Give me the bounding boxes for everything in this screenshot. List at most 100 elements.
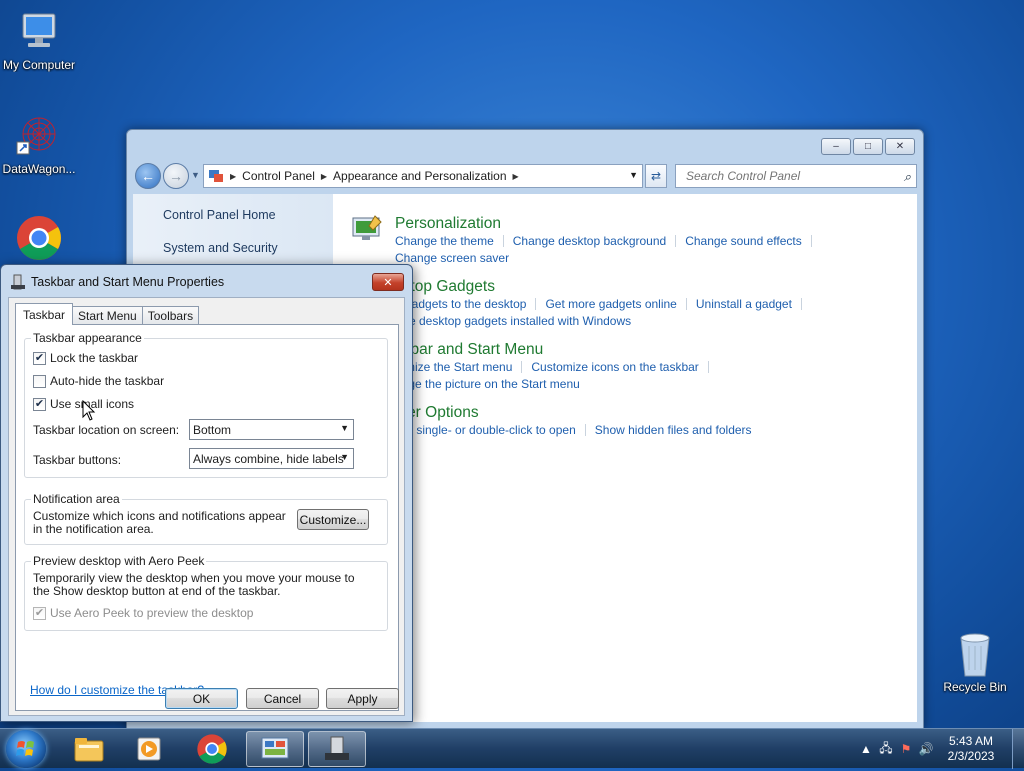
taskbar-properties-dialog: Taskbar and Start Menu Properties ✕ Task… bbox=[0, 264, 413, 722]
link-divider bbox=[800, 298, 802, 310]
taskbar-properties-icon bbox=[325, 736, 349, 760]
desktop-icon-recycle-bin[interactable]: Recycle Bin bbox=[933, 630, 1017, 694]
category-links: d gadgets to the desktop Get more gadgets… bbox=[395, 296, 811, 330]
back-button[interactable]: ← bbox=[135, 163, 161, 189]
link-change-background[interactable]: Change desktop background bbox=[513, 234, 666, 248]
minimize-icon: – bbox=[833, 141, 839, 152]
show-hidden-icons-icon[interactable]: ▲ bbox=[856, 742, 876, 756]
close-button[interactable]: ✕ bbox=[885, 138, 915, 155]
checkbox-box: ✔ bbox=[33, 606, 46, 620]
group-title: Taskbar appearance bbox=[31, 331, 144, 345]
minimize-button[interactable]: – bbox=[821, 138, 851, 155]
action-center-icon[interactable]: ⚑ bbox=[896, 742, 916, 756]
volume-icon[interactable]: 🔊 bbox=[916, 742, 936, 756]
tab-toolbars[interactable]: Toolbars bbox=[141, 306, 200, 325]
search-box[interactable]: ⌕ bbox=[675, 164, 917, 188]
taskbar: ▲ 🖧 ⚑ 🔊 5:43 AM 2/3/2023 bbox=[0, 728, 1024, 769]
link-more-gadgets[interactable]: Get more gadgets online bbox=[545, 297, 676, 311]
clock[interactable]: 5:43 AM 2/3/2023 bbox=[936, 734, 1006, 764]
taskbar-properties-icon bbox=[10, 274, 26, 290]
tab-taskbar[interactable]: Taskbar bbox=[15, 303, 74, 325]
checkbox-box[interactable] bbox=[33, 374, 46, 388]
apply-button[interactable]: Apply bbox=[326, 688, 399, 709]
link-divider bbox=[707, 361, 709, 373]
link-change-start-picture[interactable]: ange the picture on the Start menu bbox=[395, 377, 580, 391]
category-links: cify single- or double-click to open Show… bbox=[395, 422, 752, 439]
desktop-icon-datawagon[interactable]: DataWagon... bbox=[0, 112, 81, 176]
location-select-value: Bottom bbox=[193, 422, 232, 437]
link-uninstall-gadget[interactable]: Uninstall a gadget bbox=[696, 297, 792, 311]
buttons-select[interactable]: Always combine, hide labels ▼ bbox=[189, 448, 354, 469]
taskbar-tab-page: Taskbar appearance ✔ Lock the taskbar Au… bbox=[15, 324, 399, 711]
link-customize-taskbar-icons[interactable]: Customize icons on the taskbar bbox=[531, 360, 698, 374]
desktop-icon-chrome[interactable] bbox=[0, 214, 81, 264]
breadcrumb-control-panel[interactable]: Control Panel bbox=[242, 169, 315, 183]
desktop-icon-label: My Computer bbox=[2, 58, 76, 72]
address-dropdown-icon[interactable]: ▼ bbox=[629, 170, 638, 180]
forward-button[interactable]: → bbox=[163, 163, 189, 189]
dialog-close-button[interactable]: ✕ bbox=[372, 273, 404, 291]
system-tray: ▲ 🖧 ⚑ 🔊 5:43 AM 2/3/2023 bbox=[856, 729, 1024, 769]
taskbar-control-panel[interactable] bbox=[246, 731, 304, 767]
link-divider bbox=[675, 235, 677, 247]
sidebar-item-home[interactable]: Control Panel Home bbox=[163, 208, 276, 222]
desktop-icon-my-computer[interactable]: My Computer bbox=[0, 8, 81, 72]
aero-peek-description: Temporarily view the desktop when you mo… bbox=[33, 571, 355, 598]
group-notification-area: Notification area Customize which icons … bbox=[24, 492, 388, 545]
address-bar[interactable]: ▶ Control Panel ▶ Appearance and Persona… bbox=[203, 164, 643, 188]
category-taskbar-start-menu: skbar and Start Menu tomize the Start me… bbox=[395, 341, 718, 393]
search-input[interactable] bbox=[684, 168, 884, 184]
checkbox-box[interactable]: ✔ bbox=[33, 351, 46, 365]
show-desktop-button[interactable] bbox=[1012, 729, 1024, 769]
link-change-theme[interactable]: Change the theme bbox=[395, 234, 494, 248]
group-aero-peek: Preview desktop with Aero Peek Temporari… bbox=[24, 554, 388, 631]
link-change-screensaver[interactable]: Change screen saver bbox=[395, 251, 509, 265]
link-single-double-click[interactable]: cify single- or double-click to open bbox=[395, 423, 576, 437]
autohide-taskbar-checkbox[interactable]: Auto-hide the taskbar bbox=[33, 374, 164, 388]
chevron-down-icon: ▼ bbox=[340, 452, 349, 462]
personalization-icon bbox=[351, 214, 383, 244]
maximize-icon: □ bbox=[864, 141, 872, 152]
category-title[interactable]: lder Options bbox=[395, 404, 752, 422]
refresh-button[interactable]: ⇄ bbox=[645, 164, 667, 188]
location-select[interactable]: Bottom ▼ bbox=[189, 419, 354, 440]
start-button[interactable] bbox=[6, 730, 46, 768]
taskbar-properties-dialog[interactable] bbox=[308, 731, 366, 767]
taskbar-chrome[interactable] bbox=[183, 731, 241, 767]
category-title[interactable]: skbar and Start Menu bbox=[395, 341, 718, 359]
tab-start-menu[interactable]: Start Menu bbox=[72, 306, 143, 325]
sidebar-item-system-security[interactable]: System and Security bbox=[163, 241, 278, 255]
aero-peek-checkbox: ✔ Use Aero Peek to preview the desktop bbox=[33, 606, 253, 620]
checkbox-box[interactable]: ✔ bbox=[33, 397, 46, 411]
recent-pages-dropdown[interactable]: ▼ bbox=[191, 170, 200, 180]
media-player-icon bbox=[137, 737, 161, 761]
link-show-hidden-files[interactable]: Show hidden files and folders bbox=[595, 423, 752, 437]
dialog-title: Taskbar and Start Menu Properties bbox=[31, 275, 225, 289]
link-restore-gadgets[interactable]: tore desktop gadgets installed with Wind… bbox=[395, 314, 631, 328]
category-title[interactable]: Personalization bbox=[395, 215, 821, 233]
lock-taskbar-checkbox[interactable]: ✔ Lock the taskbar bbox=[33, 351, 138, 365]
maximize-button[interactable]: □ bbox=[853, 138, 883, 155]
category-links: Change the theme Change desktop backgroun… bbox=[395, 233, 821, 267]
checkbox-label: Use Aero Peek to preview the desktop bbox=[50, 606, 254, 620]
link-divider bbox=[535, 298, 537, 310]
forward-arrow-icon: → bbox=[169, 168, 183, 184]
clock-time: 5:43 AM bbox=[948, 734, 994, 748]
cancel-button[interactable]: Cancel bbox=[246, 688, 319, 709]
network-icon[interactable]: 🖧 bbox=[876, 739, 896, 760]
control-panel-icon bbox=[261, 737, 289, 759]
checkbox-label: Auto-hide the taskbar bbox=[50, 374, 165, 388]
link-change-sound[interactable]: Change sound effects bbox=[685, 234, 802, 248]
breadcrumb-appearance[interactable]: Appearance and Personalization bbox=[333, 169, 506, 183]
taskbar-explorer[interactable] bbox=[60, 731, 118, 767]
category-folder-options: lder Options cify single- or double-clic… bbox=[395, 404, 752, 439]
taskbar-media-player[interactable] bbox=[120, 731, 178, 767]
category-title[interactable]: sktop Gadgets bbox=[395, 278, 811, 296]
ok-button[interactable]: OK bbox=[165, 688, 238, 709]
link-add-gadgets[interactable]: d gadgets to the desktop bbox=[395, 297, 526, 311]
back-arrow-icon: ← bbox=[141, 168, 155, 184]
dialog-tabs: Taskbar Start Menu Toolbars bbox=[15, 303, 200, 325]
link-divider bbox=[685, 298, 687, 310]
search-icon[interactable]: ⌕ bbox=[904, 169, 911, 185]
customize-button[interactable]: Customize... bbox=[297, 509, 369, 530]
